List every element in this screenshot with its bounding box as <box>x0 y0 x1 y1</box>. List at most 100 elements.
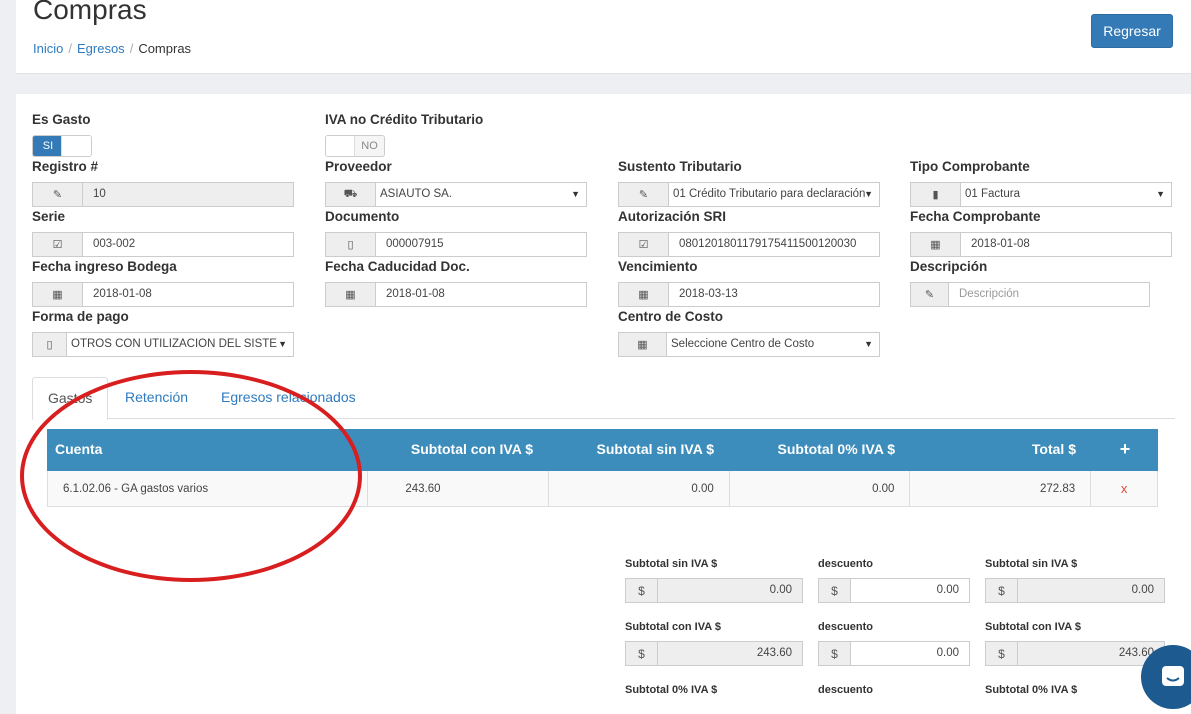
tab-retencion[interactable]: Retención <box>110 377 203 419</box>
vencimiento-field[interactable]: ▦ 2018-03-13 <box>618 282 880 307</box>
calendar-icon: ▦ <box>911 233 961 256</box>
sustento-label: Sustento Tributario <box>618 159 742 174</box>
calendar-icon: ▦ <box>619 333 667 356</box>
descuento-sin-iva-field[interactable]: $ 0.00 <box>818 578 970 603</box>
descuento-con-iva-value: 0.00 <box>936 647 959 659</box>
sustento-select-field: 01 Crédito Tributario para declaración ▼ <box>669 183 879 206</box>
subtotal-con-iva-field: $ 243.60 <box>625 641 803 666</box>
descripcion-field[interactable]: ✎ Descripción <box>910 282 1150 307</box>
subtotal-con-iva-value: 243.60 <box>658 642 802 665</box>
forma-pago-select[interactable]: ▯ OTROS CON UTILIZACION DEL SISTE ▼ <box>32 332 294 357</box>
table-header: Cuenta Subtotal con IVA $ Subtotal sin I… <box>47 429 1158 471</box>
pencil-icon: ✎ <box>33 183 83 206</box>
calendar-icon: ▦ <box>619 283 669 306</box>
autorizacion-field[interactable]: ☑ 0801201801179175411500120030 <box>618 232 880 257</box>
forma-pago-label: Forma de pago <box>32 309 129 324</box>
form-card: Es Gasto SI IVA no Crédito Tributario NO… <box>16 94 1191 714</box>
dollar-icon: $ <box>819 579 851 602</box>
iva-no-credito-label: IVA no Crédito Tributario <box>325 112 484 127</box>
gastos-table: Cuenta Subtotal con IVA $ Subtotal sin I… <box>47 429 1158 507</box>
calendar-icon: ▦ <box>326 283 376 306</box>
add-row-button[interactable]: + <box>1092 429 1158 471</box>
chat-icon <box>1162 666 1184 686</box>
breadcrumb: Inicio / Egresos / Compras <box>33 41 192 56</box>
page-header: Compras Inicio / Egresos / Compras Regresar <box>16 0 1191 74</box>
registro-field: ✎ 10 <box>32 182 294 207</box>
registro-value: 10 <box>83 183 293 206</box>
registro-label: Registro # <box>32 159 99 174</box>
fecha-bodega-label: Fecha ingreso Bodega <box>32 259 177 274</box>
centro-costo-select-field: Seleccione Centro de Costo ▼ <box>667 333 879 356</box>
proveedor-select[interactable]: ⛟ ASIAUTO SA. ▼ <box>325 182 587 207</box>
document-icon: ▯ <box>326 233 376 256</box>
table-row: 6.1.02.06 - GA gastos varios 243.60 0.00… <box>47 471 1158 507</box>
breadcrumb-inicio[interactable]: Inicio <box>33 41 63 56</box>
descuento-con-iva-field[interactable]: $ 0.00 <box>818 641 970 666</box>
subtotal-sin-iva-net-field: $ 0.00 <box>985 578 1165 603</box>
edit-icon: ✎ <box>619 183 669 206</box>
forma-pago-value: OTROS CON UTILIZACION DEL SISTE <box>71 338 277 350</box>
fecha-caducidad-value: 2018-01-08 <box>386 288 445 300</box>
es-gasto-toggle[interactable]: SI <box>32 135 92 157</box>
subtotal-con-iva-net-field: $ 243.60 <box>985 641 1165 666</box>
tipo-comprobante-value: 01 Factura <box>965 188 1020 200</box>
subtotal-cero-iva-label-2: Subtotal 0% IVA $ <box>985 684 1078 696</box>
column-subtotal-cero-iva: Subtotal 0% IVA $ <box>777 441 895 457</box>
fecha-caducidad-field[interactable]: ▦ 2018-01-08 <box>325 282 587 307</box>
proveedor-value: ASIAUTO SA. <box>380 188 453 200</box>
chevron-down-icon: ▼ <box>278 339 287 349</box>
subtotal-con-iva-net-value: 243.60 <box>1018 642 1164 665</box>
tipo-comprobante-select[interactable]: ▮ 01 Factura ▼ <box>910 182 1172 207</box>
dollar-icon: $ <box>626 579 658 602</box>
documento-field[interactable]: ▯ 000007915 <box>325 232 587 257</box>
column-subtotal-con-iva: Subtotal con IVA $ <box>410 441 533 457</box>
fecha-bodega-value: 2018-01-08 <box>93 288 152 300</box>
cell-cuenta[interactable]: 6.1.02.06 - GA gastos varios <box>48 471 369 506</box>
subtotal-sin-iva-field: $ 0.00 <box>625 578 803 603</box>
column-cuenta: Cuenta <box>55 441 103 457</box>
fecha-comprobante-label: Fecha Comprobante <box>910 209 1041 224</box>
proveedor-select-field: ASIAUTO SA. ▼ <box>376 183 586 206</box>
descuento-sin-iva-value: 0.00 <box>936 584 959 596</box>
dollar-icon: $ <box>986 579 1018 602</box>
serie-value: 003-002 <box>93 238 136 250</box>
es-gasto-label: Es Gasto <box>32 112 91 127</box>
cell-con-iva[interactable]: 243.60 <box>368 471 550 506</box>
breadcrumb-egresos[interactable]: Egresos <box>77 41 125 56</box>
fecha-comprobante-value: 2018-01-08 <box>971 238 1030 250</box>
subtotal-cero-iva-label: Subtotal 0% IVA $ <box>625 684 718 696</box>
descuento-label: descuento <box>818 684 874 696</box>
cell-cero-iva[interactable]: 0.00 <box>730 471 911 506</box>
checkbox-icon: ☑ <box>33 233 83 256</box>
vencimiento-label: Vencimiento <box>618 259 698 274</box>
column-total: Total $ <box>1031 441 1076 457</box>
iva-no-credito-toggle[interactable]: NO <box>325 135 385 157</box>
chevron-down-icon: ▼ <box>864 189 873 199</box>
toggle-off: NO <box>354 136 384 156</box>
back-button[interactable]: Regresar <box>1091 14 1173 48</box>
centro-costo-select[interactable]: ▦ Seleccione Centro de Costo ▼ <box>618 332 880 357</box>
dollar-icon: $ <box>819 642 851 665</box>
sustento-select[interactable]: ✎ 01 Crédito Tributario para declaración… <box>618 182 880 207</box>
tipo-comprobante-select-field: 01 Factura ▼ <box>961 183 1171 206</box>
tab-bar: Gastos Retención Egresos relacionados <box>32 377 1175 420</box>
centro-costo-value: Seleccione Centro de Costo <box>671 338 815 350</box>
subtotal-sin-iva-net-value: 0.00 <box>1018 579 1164 602</box>
cell-sin-iva[interactable]: 0.00 <box>549 471 730 506</box>
truck-icon: ⛟ <box>326 183 376 206</box>
tab-gastos[interactable]: Gastos <box>32 377 109 420</box>
subtotal-con-iva-label: Subtotal con IVA $ <box>625 621 721 633</box>
documento-label: Documento <box>325 209 400 224</box>
forma-pago-select-field: OTROS CON UTILIZACION DEL SISTE ▼ <box>67 333 293 356</box>
fecha-comprobante-field[interactable]: ▦ 2018-01-08 <box>910 232 1172 257</box>
serie-field[interactable]: ☑ 003-002 <box>32 232 294 257</box>
column-subtotal-sin-iva: Subtotal sin IVA $ <box>596 441 714 457</box>
descuento-label: descuento <box>818 621 874 633</box>
tipo-comprobante-label: Tipo Comprobante <box>910 159 1030 174</box>
mobile-icon: ▯ <box>33 333 67 356</box>
autorizacion-label: Autorización SRI <box>618 209 727 224</box>
fecha-bodega-field[interactable]: ▦ 2018-01-08 <box>32 282 294 307</box>
toggle-blank <box>326 136 356 156</box>
tab-egresos-relacionados[interactable]: Egresos relacionados <box>206 377 371 419</box>
delete-row-button[interactable]: x <box>1091 471 1157 506</box>
